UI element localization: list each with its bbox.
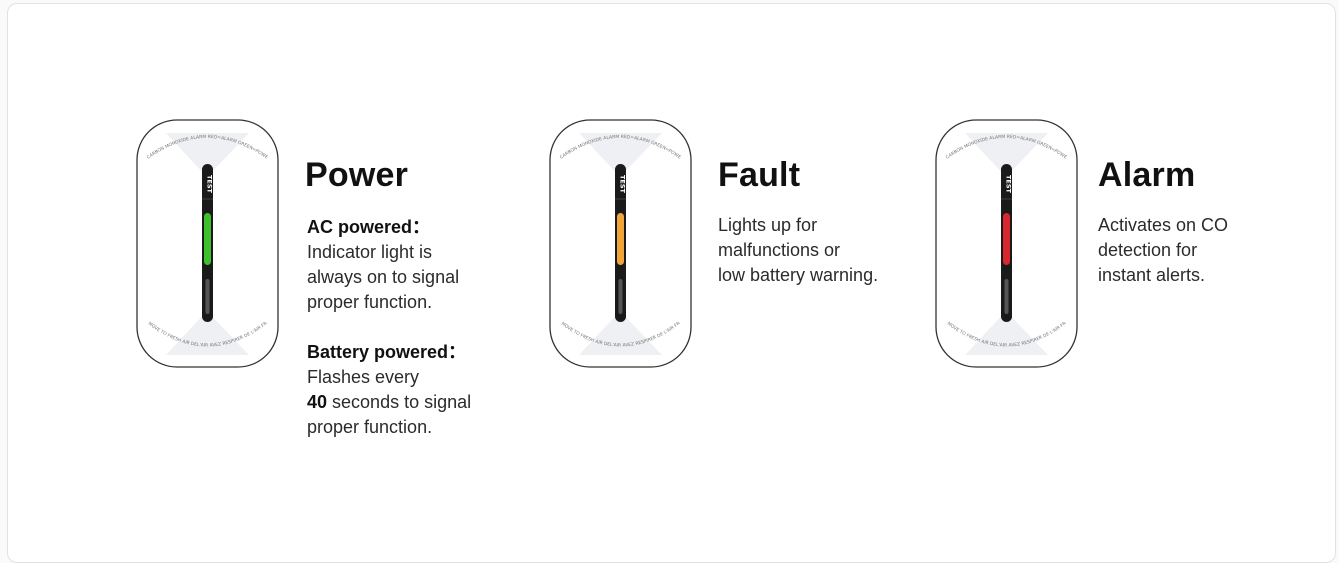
test-button-label: TEST: [206, 175, 214, 194]
fault-led: [617, 213, 624, 265]
fault-description: Lights up for malfunctions or low batter…: [718, 213, 878, 288]
battery-line-2: 40 seconds to signal: [307, 392, 472, 412]
detector-graphic: CARBON MONOXIDE ALARM RED=ALARM GREEN=PO…: [935, 119, 1078, 368]
detector-graphic: CARBON MONOXIDE ALARM RED=ALARM GREEN=PO…: [549, 119, 692, 368]
ac-line-1: Indicator light is: [307, 242, 433, 262]
power-description: AC powered： Indicator light is always on…: [307, 215, 471, 440]
detector-graphic: CARBON MONOXIDE ALARM RED=ALARM GREEN=PO…: [136, 119, 279, 368]
battery-line-1: Flashes every: [307, 367, 420, 387]
flash-interval-number: 40: [307, 392, 328, 412]
fault-title: Fault: [718, 156, 801, 194]
alarm-detector-image: CARBON MONOXIDE ALARM RED=ALARM GREEN=PO…: [935, 119, 1078, 369]
fault-line-3: low battery warning.: [718, 265, 879, 285]
alarm-line-2: detection for: [1098, 240, 1198, 260]
fault-line-2: malfunctions or: [718, 240, 841, 260]
battery-line-3: proper function.: [307, 417, 433, 437]
alarm-line-1: Activates on CO: [1098, 215, 1229, 235]
test-button-label: TEST: [1005, 175, 1013, 194]
battery-powered-heading: Battery powered：: [307, 342, 467, 362]
power-detector-image: CARBON MONOXIDE ALARM RED=ALARM GREEN=PO…: [136, 119, 279, 369]
power-led: [204, 213, 211, 265]
fault-detector-image: CARBON MONOXIDE ALARM RED=ALARM GREEN=PO…: [549, 119, 692, 369]
alarm-title: Alarm: [1098, 156, 1196, 194]
power-title: Power: [305, 156, 409, 194]
fault-line-1: Lights up for: [718, 215, 818, 235]
ac-line-3: proper function.: [307, 292, 433, 312]
alarm-led: [1003, 213, 1010, 265]
ac-line-2: always on to signal: [307, 267, 460, 287]
alarm-line-3: instant alerts.: [1098, 265, 1206, 285]
ac-powered-heading: AC powered：: [307, 217, 431, 237]
alarm-description: Activates on CO detection for instant al…: [1098, 213, 1228, 288]
test-button-label: TEST: [619, 175, 627, 194]
